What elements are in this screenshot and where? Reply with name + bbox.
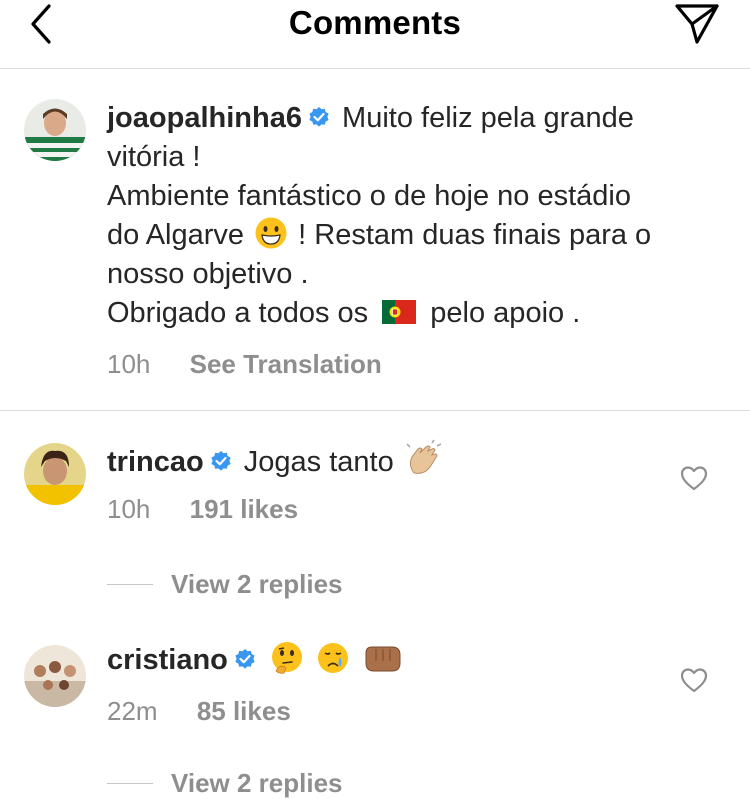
verified-badge-icon bbox=[235, 649, 255, 669]
replies-divider bbox=[107, 782, 153, 785]
thinking-face-icon bbox=[271, 642, 302, 674]
page-title: Comments bbox=[288, 4, 462, 41]
comment-likes[interactable]: 191 likes bbox=[190, 494, 298, 524]
share-button[interactable] bbox=[672, 0, 722, 48]
header-bar: Comments bbox=[0, 0, 750, 69]
comment-meta: 10h 191 likes bbox=[107, 494, 330, 525]
caption-time: 10h bbox=[107, 349, 151, 379]
profile-photo-icon bbox=[24, 443, 86, 505]
portugal-flag-icon bbox=[382, 300, 417, 324]
comment-time: 10h bbox=[107, 494, 151, 524]
view-replies-button[interactable]: View 2 replies bbox=[107, 569, 343, 600]
caption-line-1: Muito feliz pela grande bbox=[342, 102, 634, 134]
verified-badge-icon bbox=[211, 451, 231, 471]
caption-username[interactable]: joaopalhinha6 bbox=[107, 102, 302, 134]
caption-line-5: nosso objetivo . bbox=[107, 258, 309, 290]
profile-photo-icon bbox=[24, 645, 86, 707]
caption-line-6b: pelo apoio . bbox=[430, 297, 581, 329]
comment-time: 22m bbox=[107, 696, 158, 726]
post-caption: joaopalhinha6 Muito feliz pela grande vi… bbox=[0, 69, 750, 411]
verified-badge-icon bbox=[309, 107, 329, 127]
caption-line-3: Ambiente fantástico o de hoje no estádio bbox=[107, 180, 631, 212]
send-icon bbox=[675, 4, 719, 44]
clapping-hands-icon bbox=[406, 439, 442, 474]
fist-bump-icon bbox=[365, 646, 401, 672]
caption-line-4a: do Algarve bbox=[107, 219, 245, 251]
view-replies-button[interactable]: View 2 replies bbox=[107, 768, 343, 799]
comment-text: cristiano bbox=[107, 641, 720, 680]
like-heart-icon[interactable] bbox=[680, 667, 708, 693]
view-replies-label: View 2 replies bbox=[171, 768, 343, 798]
comment-username[interactable]: cristiano bbox=[107, 644, 228, 676]
comment-body: Jogas tanto bbox=[243, 446, 394, 478]
comment-likes[interactable]: 85 likes bbox=[197, 696, 291, 726]
avatar[interactable] bbox=[24, 645, 86, 707]
caption-line-6a: Obrigado a todos os bbox=[107, 297, 369, 329]
comment-username[interactable]: trincao bbox=[107, 446, 204, 478]
caption-line-4b: ! Restam duas finais para o bbox=[298, 219, 652, 251]
avatar[interactable] bbox=[24, 99, 86, 161]
replies-divider bbox=[107, 583, 153, 586]
caption-line-2: vitória ! bbox=[107, 141, 201, 173]
avatar[interactable] bbox=[24, 443, 86, 505]
see-translation-link[interactable]: See Translation bbox=[190, 349, 382, 379]
crying-face-icon bbox=[318, 643, 348, 673]
comment-text: trincao Jogas tanto bbox=[107, 439, 720, 482]
like-heart-icon[interactable] bbox=[680, 465, 708, 491]
view-replies-label: View 2 replies bbox=[171, 569, 343, 599]
caption-meta: 10h See Translation bbox=[107, 349, 414, 380]
comment-meta: 22m 85 likes bbox=[107, 696, 323, 727]
grinning-face-icon bbox=[255, 217, 287, 249]
profile-photo-icon bbox=[24, 99, 86, 161]
caption-text: joaopalhinha6 Muito feliz pela grande vi… bbox=[107, 99, 720, 333]
